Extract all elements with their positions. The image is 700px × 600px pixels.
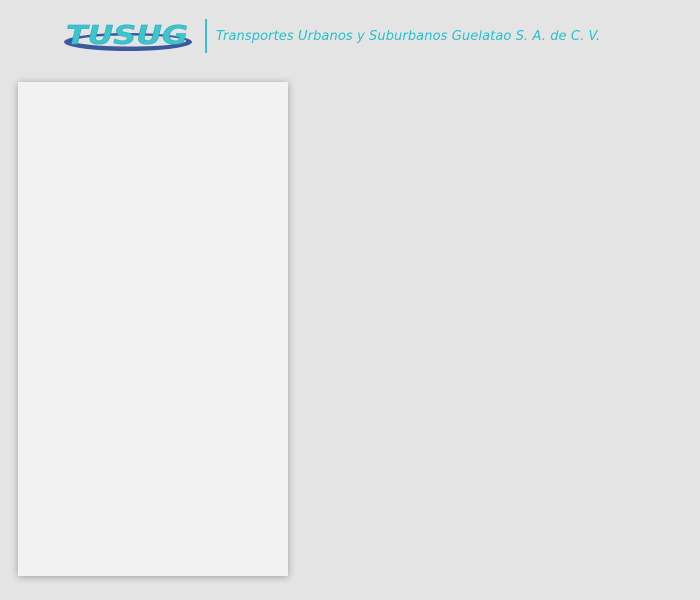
company-name: Transportes Urbanos y Suburbanos Guelata… [216, 28, 601, 44]
side-panel [18, 82, 288, 576]
header-divider [205, 19, 207, 53]
company-logo[interactable]: TUSUG [62, 17, 196, 55]
site-header: TUSUG Transportes Urbanos y Suburbanos G… [62, 17, 600, 55]
logo-text: TUSUG [66, 21, 188, 51]
